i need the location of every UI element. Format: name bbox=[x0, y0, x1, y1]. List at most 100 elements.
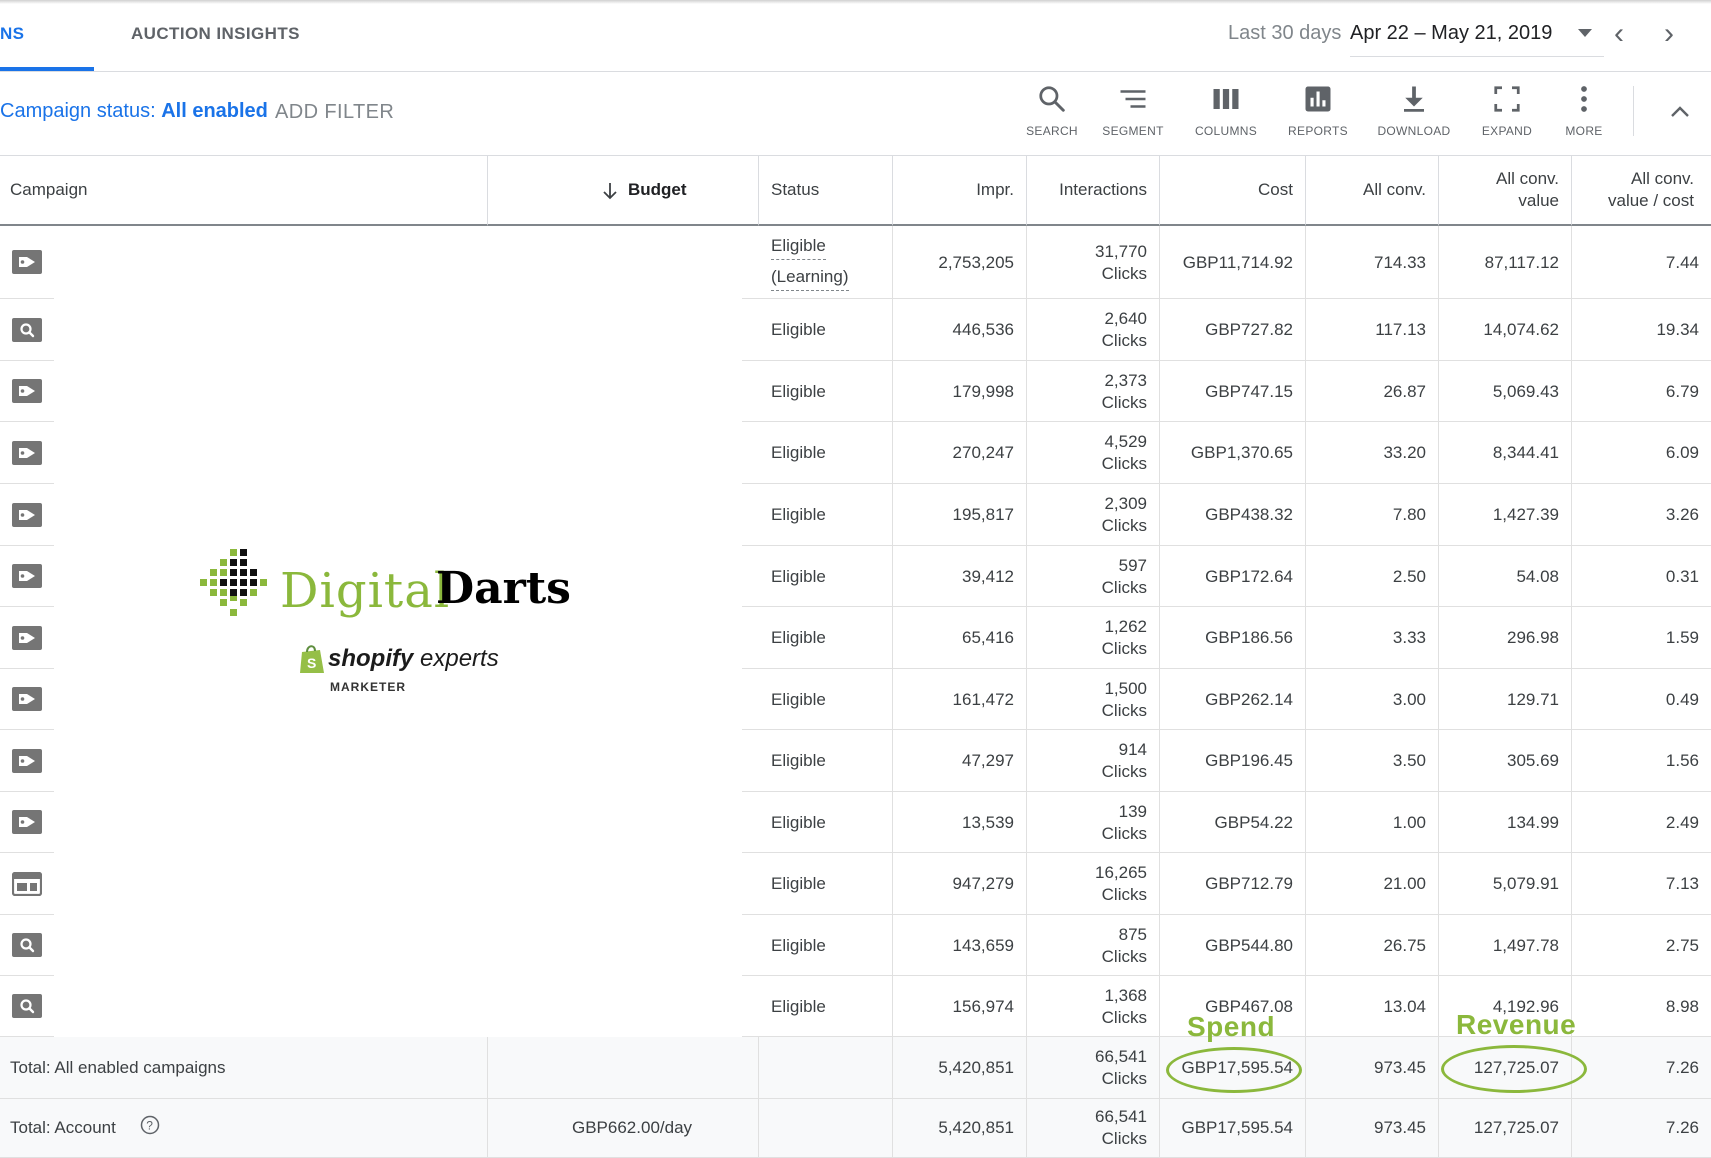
col-header-interactions[interactable]: Interactions bbox=[1027, 156, 1160, 226]
cell-cost: GBP262.14 bbox=[1160, 669, 1306, 730]
col-header-status[interactable]: Status bbox=[759, 156, 893, 226]
status-value: Eligible bbox=[771, 566, 826, 586]
reports-icon bbox=[1305, 86, 1331, 112]
conv-value: 3.00 bbox=[1392, 689, 1426, 709]
more-tool-label: MORE bbox=[1565, 124, 1603, 138]
table-row[interactable]: Eligible 47,297 914 Clicks GBP196.45 3.50 305.… bbox=[0, 730, 1711, 792]
cell-vc: 2.49 bbox=[1572, 792, 1711, 853]
col-header-all-conv[interactable]: All conv. bbox=[1306, 156, 1439, 226]
spend-highlight-ellipse bbox=[1166, 1047, 1302, 1093]
cell-impr: 13,539 bbox=[893, 792, 1027, 853]
columns-tool-label: COLUMNS bbox=[1194, 124, 1258, 138]
interactions-count: 4,529 bbox=[1104, 432, 1147, 451]
help-icon[interactable]: ? bbox=[140, 1115, 160, 1141]
col-header-impr[interactable]: Impr. bbox=[893, 156, 1027, 226]
columns-tool-button[interactable]: COLUMNS bbox=[1181, 84, 1271, 138]
campaign-status-filter[interactable]: Campaign status: All enabled bbox=[0, 100, 268, 123]
interactions-value: 4,529 Clicks bbox=[1102, 431, 1147, 475]
search-tool-label: SEARCH bbox=[1026, 124, 1078, 138]
status-text: Eligible bbox=[771, 627, 826, 649]
reports-tool-button[interactable]: REPORTS bbox=[1273, 84, 1363, 138]
more-tool-button[interactable]: MORE bbox=[1539, 84, 1629, 138]
filter-status-value: All enabled bbox=[161, 100, 268, 122]
status-text: Eligible bbox=[771, 689, 826, 711]
interactions-count: 914 bbox=[1118, 740, 1147, 759]
cell-cost: GBP196.45 bbox=[1160, 730, 1306, 792]
cost-value: GBP1,370.65 bbox=[1190, 443, 1293, 462]
shopping-tag-icon bbox=[12, 748, 42, 773]
columns-icon bbox=[1213, 89, 1239, 109]
status-value: Eligible bbox=[771, 235, 826, 260]
col-header-cost[interactable]: Cost bbox=[1160, 156, 1306, 226]
table-row[interactable]: Eligible 156,974 1,368 Clicks GBP467.08 13.04… bbox=[0, 976, 1711, 1037]
shopify-experts-text: shopify experts bbox=[328, 645, 499, 673]
cell-cost: GBP17,595.54 bbox=[1160, 1099, 1306, 1157]
interactions-value: 1,262 Clicks bbox=[1102, 616, 1147, 660]
conv-value: 3.33 bbox=[1392, 628, 1426, 647]
status-value: Eligible bbox=[771, 628, 826, 647]
cell-budget: GBP662.00/day bbox=[488, 1099, 759, 1157]
table-row[interactable]: Eligible 179,998 2,373 Clicks GBP747.15 26.87… bbox=[0, 361, 1711, 422]
vc-value: 3.26 bbox=[1665, 505, 1699, 524]
cell-impr: 270,247 bbox=[893, 422, 1027, 484]
chevron-up-icon bbox=[1671, 106, 1689, 117]
active-tab-indicator bbox=[0, 67, 94, 71]
table-row[interactable]: Eligible 270,247 4,529 Clicks GBP1,370.65 33.… bbox=[0, 422, 1711, 484]
status-learning: (Learning) bbox=[771, 266, 849, 291]
col-header-value-cost[interactable]: All conv. value / cost bbox=[1572, 156, 1711, 226]
add-filter-button[interactable]: ADD FILTER bbox=[275, 101, 394, 124]
impr-value: 947,279 bbox=[952, 874, 1014, 893]
interactions-unit: Clicks bbox=[1101, 516, 1147, 535]
cell-vc: 2.75 bbox=[1572, 915, 1711, 976]
vc-value: 0.49 bbox=[1665, 689, 1699, 709]
tab-campaigns[interactable]: NS bbox=[0, 24, 24, 44]
campaign-type-cell bbox=[0, 976, 54, 1037]
filter-bar: Campaign status: All enabled ADD FILTER … bbox=[0, 72, 1711, 156]
cell-status: Eligible bbox=[759, 299, 893, 361]
search-icon bbox=[1039, 86, 1065, 112]
date-range-value[interactable]: Apr 22 – May 21, 2019 bbox=[1350, 22, 1552, 45]
campaign-type-cell bbox=[0, 607, 54, 669]
segment-tool-label: SEGMENT bbox=[1102, 124, 1164, 138]
interactions-count: 66,541 bbox=[1095, 1107, 1147, 1126]
col-cost-label: Cost bbox=[1258, 180, 1293, 199]
collapse-toolbar-button[interactable] bbox=[1668, 102, 1692, 125]
table-row[interactable]: Eligible 195,817 2,309 Clicks GBP438.32 7.80 1… bbox=[0, 484, 1711, 546]
cost-value: GBP727.82 bbox=[1205, 320, 1293, 339]
cell-value: 129.71 bbox=[1439, 669, 1572, 730]
impr-value: 5,420,851 bbox=[938, 1118, 1014, 1137]
interactions-value: 31,770 Clicks bbox=[1095, 241, 1147, 285]
cell-interactions: 4,529 Clicks bbox=[1027, 422, 1160, 484]
table-row[interactable]: Eligible 13,539 139 Clicks GBP54.22 1.00 134.9… bbox=[0, 792, 1711, 853]
conv-value: 1.00 bbox=[1392, 812, 1426, 832]
table-row[interactable]: Eligible 947,279 16,265 Clicks GBP712.79 21.0… bbox=[0, 853, 1711, 915]
cell-interactions: 875 Clicks bbox=[1027, 915, 1160, 976]
table-row[interactable]: Eligible (Learning) 2,753,205 31,770 Clicks G… bbox=[0, 226, 1711, 299]
cell-budget bbox=[488, 853, 759, 915]
col-header-all-conv-value[interactable]: All conv. value bbox=[1439, 156, 1572, 226]
table-row[interactable]: Eligible 143,659 875 Clicks GBP544.80 26.75 1,… bbox=[0, 915, 1711, 976]
interactions-value: 2,309 Clicks bbox=[1102, 493, 1147, 537]
cost-value: GBP262.14 bbox=[1205, 689, 1293, 709]
date-preset-label[interactable]: Last 30 days bbox=[1228, 22, 1341, 45]
col-header-campaign[interactable]: Campaign bbox=[0, 156, 488, 226]
col-header-budget[interactable]: Budget bbox=[488, 156, 759, 226]
cell-value: 305.69 bbox=[1439, 730, 1572, 792]
cell-budget bbox=[488, 299, 759, 361]
segment-tool-button[interactable]: SEGMENT bbox=[1088, 84, 1178, 138]
chevron-left-icon[interactable]: ‹ bbox=[1614, 19, 1624, 49]
chevron-right-icon[interactable]: › bbox=[1664, 19, 1674, 49]
cell-cost: GBP747.15 bbox=[1160, 361, 1306, 422]
cell-interactions: 914 Clicks bbox=[1027, 730, 1160, 792]
interactions-count: 2,309 bbox=[1104, 494, 1147, 513]
impr-value: 2,753,205 bbox=[938, 252, 1014, 272]
cell-value: 296.98 bbox=[1439, 607, 1572, 669]
table-row[interactable]: Eligible 446,536 2,640 Clicks GBP727.82 117.1… bbox=[0, 299, 1711, 361]
search-tool-button[interactable]: SEARCH bbox=[1007, 84, 1097, 138]
cell-impr: 195,817 bbox=[893, 484, 1027, 546]
date-dropdown-icon[interactable] bbox=[1578, 29, 1592, 37]
cell-impr: 65,416 bbox=[893, 607, 1027, 669]
value-value: 1,427.39 bbox=[1492, 505, 1559, 524]
tab-auction-insights[interactable]: AUCTION INSIGHTS bbox=[131, 24, 300, 44]
download-tool-button[interactable]: DOWNLOAD bbox=[1369, 84, 1459, 138]
